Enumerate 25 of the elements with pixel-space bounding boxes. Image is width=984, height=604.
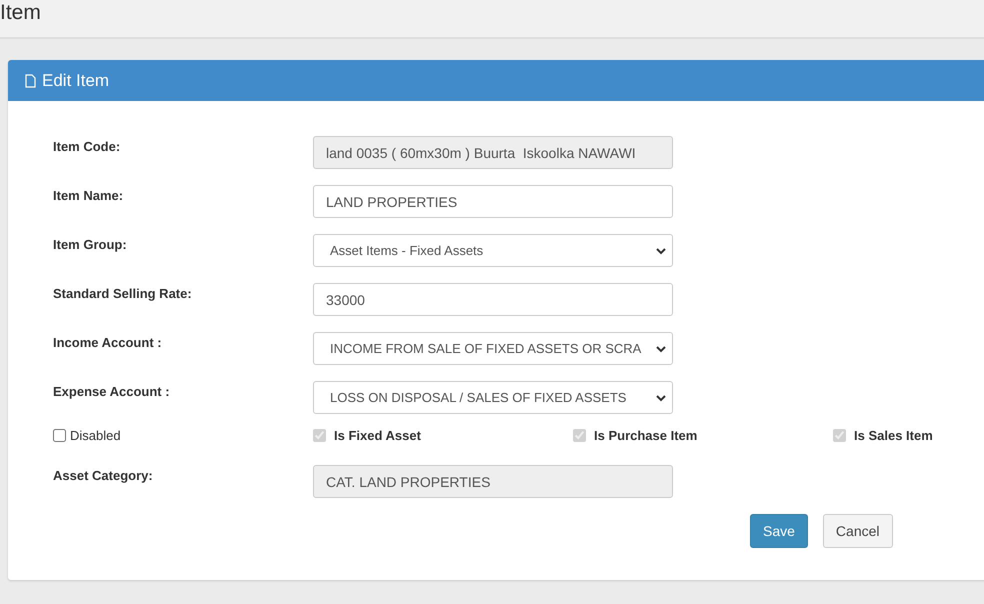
- select-field[interactable]: INCOME FROM SALE OF FIXED ASSETS OR SCRA: [313, 332, 673, 365]
- document-icon: [25, 74, 36, 88]
- panel-title: Edit Item: [42, 70, 110, 90]
- checkbox-label: Is Sales Item: [854, 428, 933, 443]
- checkbox[interactable]: [53, 429, 66, 442]
- checkbox-label: Is Fixed Asset: [334, 428, 421, 443]
- field-label: Income Account :: [53, 334, 162, 350]
- field-label: Expense Account :: [53, 383, 170, 399]
- field-label: Item Code:: [53, 138, 120, 154]
- chevron-down-icon: [656, 344, 666, 352]
- field-label: Item Name:: [53, 187, 124, 203]
- checkbox-label: Disabled: [70, 428, 121, 443]
- checkbox-label: Is Purchase Item: [594, 428, 698, 443]
- save-button[interactable]: Save: [750, 514, 808, 548]
- cancel-button[interactable]: Cancel: [822, 514, 893, 548]
- input-field[interactable]: LAND PROPERTIES: [313, 185, 673, 218]
- select-field[interactable]: Asset Items - Fixed Assets: [313, 234, 673, 267]
- select-field[interactable]: LOSS ON DISPOSAL / SALES OF FIXED ASSETS: [313, 381, 673, 414]
- chevron-down-icon: [656, 394, 666, 402]
- page-title: Item: [0, 0, 41, 25]
- input-field[interactable]: 33000: [313, 283, 673, 316]
- chevron-down-icon: [656, 246, 666, 254]
- field-label: Item Group:: [53, 236, 127, 252]
- field-label: Standard Selling Rate:: [53, 285, 192, 301]
- field-label: Asset Category:: [53, 467, 153, 483]
